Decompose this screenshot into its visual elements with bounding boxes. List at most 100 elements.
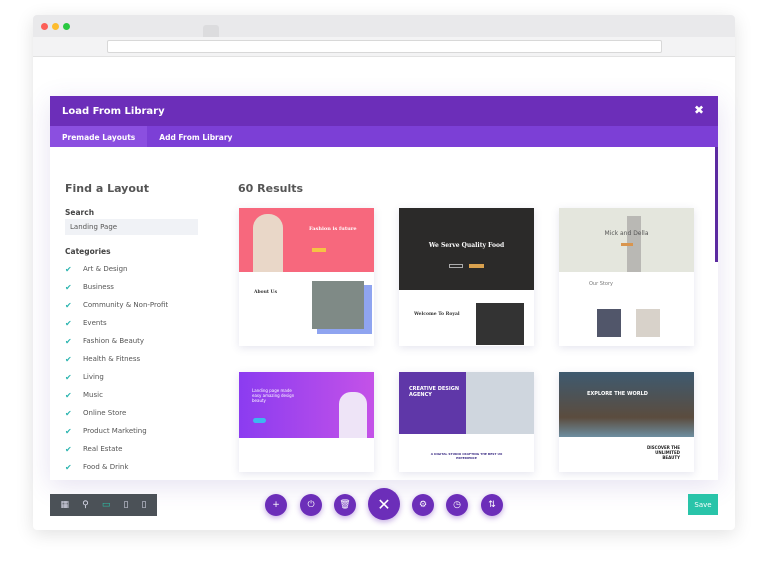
check-icon: ✔ (65, 462, 72, 472)
card-photo (466, 372, 534, 434)
layout-card[interactable]: CREATIVE DESIGN AGENCY A DIGITAL STUDIO … (399, 372, 534, 472)
save-button[interactable]: Save (688, 494, 718, 515)
card-hero-title: CREATIVE DESIGN AGENCY (409, 386, 460, 398)
results-count: 60 Results (238, 182, 304, 195)
card-hero: We Serve Quality Food (399, 208, 534, 290)
category-item[interactable]: ✔ Art & Design (65, 260, 168, 278)
category-item[interactable]: ✔ Living (65, 368, 168, 386)
close-icon: ✕ (377, 494, 391, 514)
category-item[interactable]: ✔ Food & Drink (65, 458, 168, 476)
category-item[interactable]: ✔ Online Store (65, 404, 168, 422)
check-icon: ✔ (65, 372, 72, 382)
close-window-button[interactable] (41, 23, 48, 30)
settings-button[interactable]: ⚙ (412, 494, 434, 516)
illustration (339, 392, 367, 438)
check-icon: ✔ (65, 426, 72, 436)
model-image (253, 214, 283, 272)
address-bar-area (33, 37, 735, 57)
categories-label: Categories (65, 247, 111, 256)
category-label: Business (83, 283, 114, 291)
category-label: Fashion & Beauty (83, 337, 145, 345)
layout-card[interactable]: Landing page made easy amazing design be… (239, 372, 374, 472)
card-section-title: DISCOVER THE UNLIMITED BEAUTY (646, 445, 680, 460)
category-item[interactable]: ✔ Community & Non-Profit (65, 296, 168, 314)
wireframe-icon[interactable]: ▦ (61, 500, 70, 510)
card-hero-title: Fashion is future (309, 226, 357, 232)
tab-add-from-library[interactable]: Add From Library (147, 126, 244, 147)
close-icon[interactable]: ✖ (694, 103, 704, 117)
portability-button[interactable]: ⏻ (300, 494, 322, 516)
card-photo (636, 309, 660, 337)
category-item[interactable]: ✔ Real Estate (65, 440, 168, 458)
card-hero-title: Mick and Della (604, 230, 649, 237)
category-item[interactable]: ✔ Music (65, 386, 168, 404)
gear-icon: ⚙ (418, 500, 428, 510)
category-label: Food & Drink (83, 463, 129, 471)
title-bar (33, 15, 735, 37)
check-icon: ✔ (65, 444, 72, 454)
close-toolbar-button[interactable]: ✕ (368, 488, 400, 520)
card-hero-button (449, 264, 463, 268)
layout-card[interactable]: We Serve Quality Food Welcome To Royal (399, 208, 534, 346)
category-label: Product Marketing (83, 427, 147, 435)
history-button[interactable]: ◷ (446, 494, 468, 516)
clear-layout-button[interactable]: 🗑 (334, 494, 356, 516)
card-hero-button (621, 243, 633, 246)
card-hero-button (312, 248, 326, 252)
check-icon: ✔ (65, 354, 72, 364)
card-section-title: Welcome To Royal (414, 312, 460, 317)
modal-tabs: Premade Layouts Add From Library (50, 126, 718, 147)
search-label: Search (65, 208, 95, 217)
plus-icon: + (272, 500, 280, 510)
maximize-window-button[interactable] (63, 23, 70, 30)
category-label: Art & Design (83, 265, 128, 273)
category-label: Community & Non-Profit (83, 301, 169, 309)
card-photo (312, 281, 364, 329)
card-hero-title: EXPLORE THE WORLD (587, 391, 648, 397)
card-section-title: Our Story (589, 281, 613, 287)
phone-icon[interactable]: ▯ (142, 500, 147, 510)
search-input[interactable]: Landing Page (65, 219, 198, 235)
card-hero-button (469, 264, 484, 268)
card-section-title: About Us (254, 290, 278, 295)
address-bar[interactable] (107, 40, 662, 53)
category-label: Health & Fitness (83, 355, 141, 363)
minimize-window-button[interactable] (52, 23, 59, 30)
desktop-icon[interactable]: ▭ (102, 500, 111, 510)
category-item[interactable]: ✔ Fashion & Beauty (65, 332, 168, 350)
modal-header: Load From Library ✖ (50, 96, 718, 126)
category-list: ✔ Art & Design ✔ Business ✔ Community & Non… (65, 260, 168, 476)
tab-premade-layouts[interactable]: Premade Layouts (50, 126, 148, 147)
sort-button[interactable]: ⇅ (481, 494, 503, 516)
clock-icon: ◷ (453, 500, 461, 510)
layout-card[interactable]: EXPLORE THE WORLD DISCOVER THE UNLIMITED… (559, 372, 694, 472)
hero-panel (399, 372, 466, 434)
category-item[interactable]: ✔ Health & Fitness (65, 350, 168, 368)
tablet-icon[interactable]: ▯ (123, 500, 128, 510)
scrollbar[interactable] (715, 147, 718, 262)
category-item[interactable]: ✔ Events (65, 314, 168, 332)
category-label: Living (83, 373, 104, 381)
browser-tab[interactable] (203, 25, 219, 37)
card-photo (597, 309, 621, 337)
check-icon: ✔ (65, 408, 72, 418)
card-hero: Mick and Della (559, 208, 694, 272)
card-hero: Fashion is future (239, 208, 374, 272)
layout-card[interactable]: Fashion is future About Us (239, 208, 374, 346)
card-hero: Landing page made easy amazing design be… (239, 372, 374, 438)
check-icon: ✔ (65, 318, 72, 328)
category-item[interactable]: ✔ Business (65, 278, 168, 296)
check-icon: ✔ (65, 264, 72, 274)
sort-arrows-icon: ⇅ (488, 500, 496, 510)
layout-card[interactable]: Mick and Della Our Story (559, 208, 694, 346)
power-icon: ⏻ (307, 500, 315, 510)
card-hero: EXPLORE THE WORLD (559, 372, 694, 437)
category-label: Events (83, 319, 107, 327)
card-photo (476, 303, 524, 345)
add-button[interactable]: + (265, 494, 287, 516)
category-label: Real Estate (83, 445, 123, 453)
zoom-icon[interactable]: ⚲ (82, 500, 89, 510)
category-item[interactable]: ✔ Product Marketing (65, 422, 168, 440)
category-label: Music (83, 391, 103, 399)
card-section-title: A DIGITAL STUDIO CRAFTING THE BEST UX EX… (430, 452, 503, 460)
